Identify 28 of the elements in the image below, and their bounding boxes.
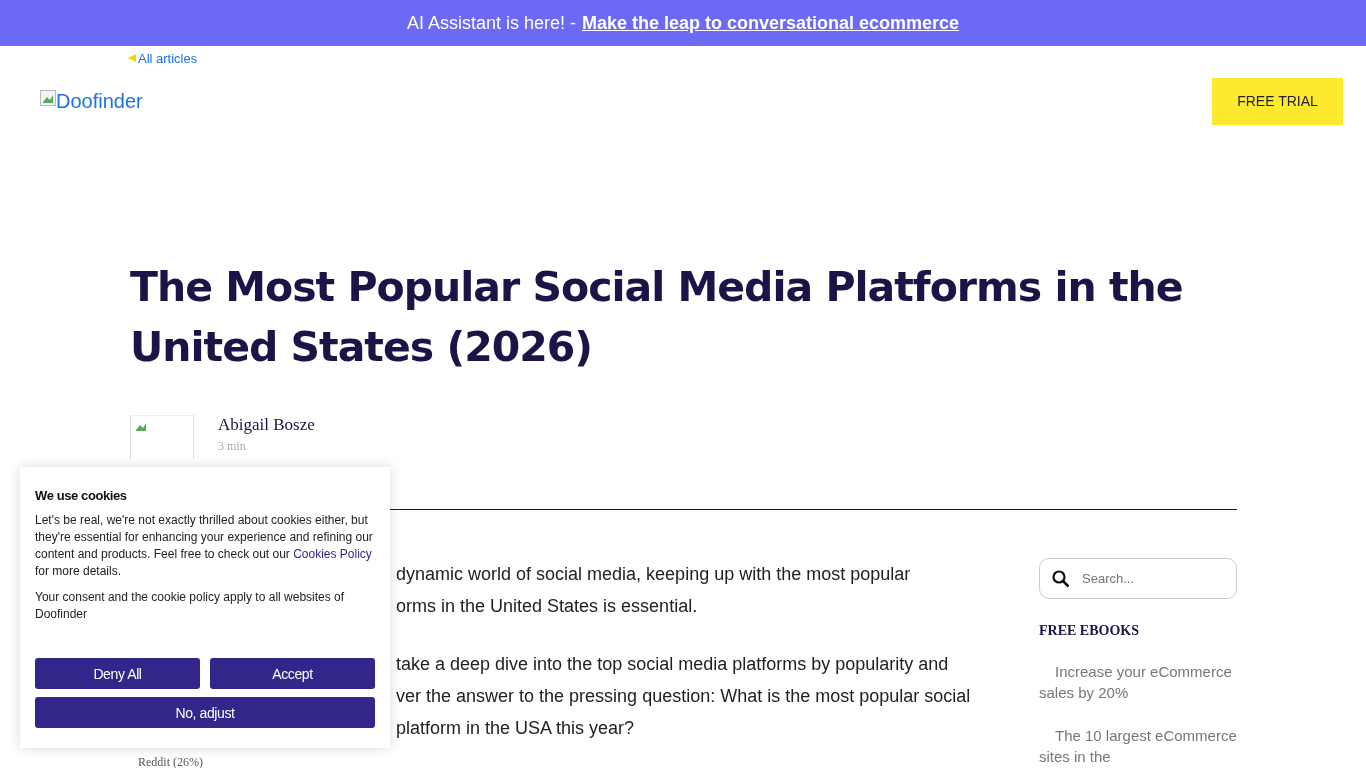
- banner-text: AI Assistant is here! -: [406, 12, 576, 34]
- triangle-icon: [128, 54, 136, 62]
- article-title: The Most Popular Social Media Platforms in the United States (2026): [130, 262, 1184, 373]
- search-field[interactable]: Search...: [1039, 558, 1237, 599]
- cookie-button[interactable]: Deny All: [35, 658, 200, 689]
- cookie-button[interactable]: Accept: [210, 658, 375, 689]
- chart-caption: Reddit (26%): [138, 755, 203, 768]
- dialog-note: Your consent and the cookie policy apply to all websites of Doofinder: [35, 589, 346, 623]
- paragraph-line: platform in the USA this year?: [396, 717, 636, 740]
- paragraph-line: dynamic world of social media, keeping up with the most popular: [396, 563, 912, 586]
- logo-link[interactable]: Doofinder: [40, 89, 143, 113]
- broken-image-icon: [40, 89, 56, 106]
- paragraph-line: ver the answer to the pressing question: What is the most popular social: [396, 685, 971, 708]
- ebook-link[interactable]: The 10 largest eCommerce sites in the: [1039, 725, 1237, 767]
- all-articles-link[interactable]: All articles: [138, 50, 198, 66]
- search-icon: [1052, 569, 1070, 588]
- cookies-policy-link[interactable]: Cookies Policy: [293, 547, 372, 561]
- dialog-title: We use cookies: [35, 488, 128, 503]
- free-trial-button[interactable]: FREE TRIAL: [1212, 77, 1343, 125]
- ebook-link[interactable]: Increase your eCommerce sales by 20%: [1039, 661, 1237, 703]
- paragraph-line: take a deep dive into the top social media platforms by popularity and: [396, 653, 950, 676]
- cookie-button[interactable]: No, adjust: [35, 697, 375, 728]
- read-time: 3 min: [218, 439, 247, 454]
- banner-link[interactable]: Make the leap to conversational ecommerce: [581, 12, 960, 34]
- author-name: Abigail Bosze: [218, 415, 315, 435]
- sidebar-heading: FREE EBOOKS: [1039, 623, 1140, 639]
- dialog-text: Let's be real, we're not exactly thrilled about cookies either, but they're essential for enhancing your experience and refining our content and products. Feel free to check out our Cookies Policy for more details.: [35, 512, 374, 580]
- paragraph-line: orms in the United States is essential.: [396, 595, 699, 618]
